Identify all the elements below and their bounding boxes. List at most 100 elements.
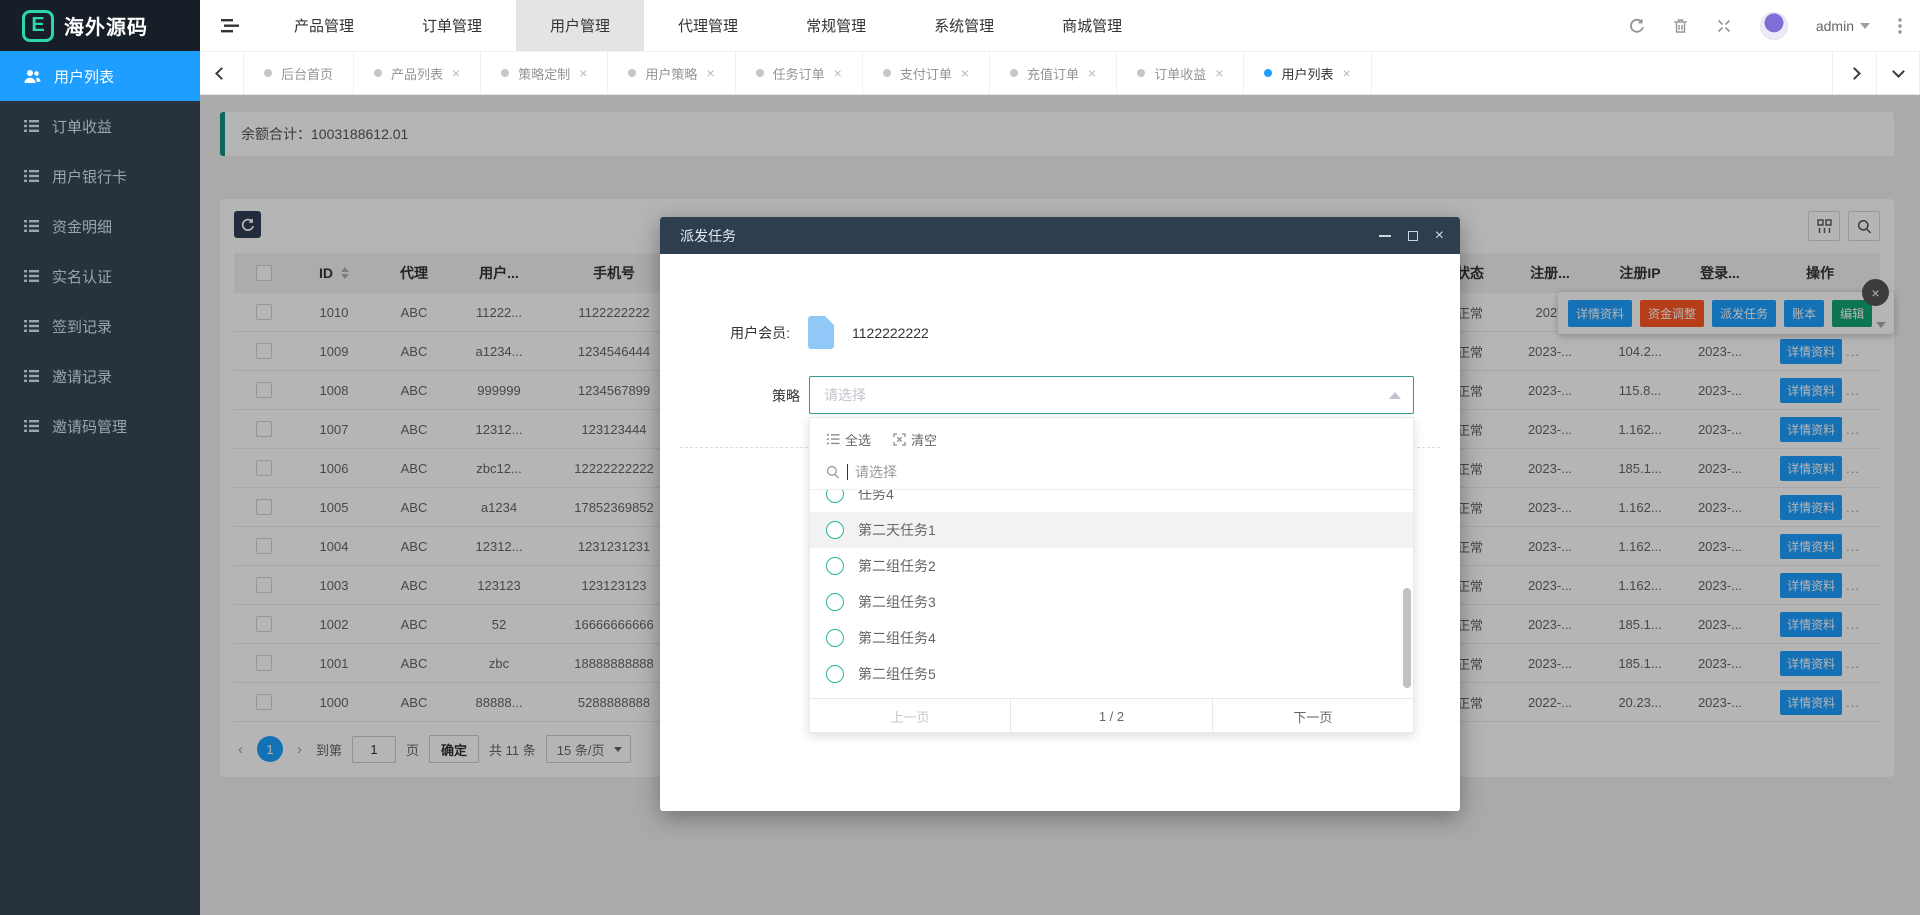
sidebar-item-fund-details[interactable]: 资金明细 (0, 201, 200, 251)
tab-label: 任务订单 (773, 64, 825, 83)
sidebar: E 海外源码 用户列表 订单收益 用户银行卡 资金明细 实名认证 (0, 0, 200, 915)
clear-action[interactable]: 清空 (893, 430, 937, 449)
minimize-icon[interactable] (1379, 235, 1391, 237)
dropdown-search[interactable] (810, 454, 1413, 490)
tab-home[interactable]: 后台首页 (244, 52, 354, 94)
nav-product-management[interactable]: 产品管理 (260, 0, 388, 51)
topbar: 产品管理 订单管理 用户管理 代理管理 常规管理 系统管理 商城管理 admin (200, 0, 1920, 51)
sidebar-item-label: 用户银行卡 (52, 166, 127, 187)
close-icon[interactable]: × (1342, 66, 1350, 80)
close-icon[interactable]: × (452, 66, 460, 80)
strategy-option[interactable]: 第二天任务1 (810, 512, 1413, 548)
dropdown-page-indicator: 1 / 2 (1010, 699, 1211, 733)
strategy-option[interactable]: 第二组任务3 (810, 584, 1413, 620)
hamburger-icon[interactable] (200, 0, 260, 51)
radio-icon (826, 629, 844, 647)
close-icon[interactable]: × (579, 66, 587, 80)
option-label: 第二组任务2 (858, 556, 936, 576)
brand-logo-icon: E (22, 10, 54, 42)
tab-user-list[interactable]: 用户列表 × (1244, 52, 1371, 94)
strategy-option[interactable]: 第二组任务5 (810, 656, 1413, 692)
modal-titlebar[interactable]: 派发任务 × (660, 217, 1460, 254)
dropdown-prev-button[interactable]: 上一页 (810, 699, 1010, 733)
modal-body: 用户会员: 1122222222 策略 请选择 全选 (660, 254, 1460, 811)
close-icon[interactable]: × (1088, 66, 1096, 80)
refresh-icon[interactable] (1629, 18, 1645, 34)
option-label: 任务4 (858, 490, 894, 504)
users-icon (24, 69, 41, 84)
list-icon (24, 369, 39, 383)
tabs-scroll-right-button[interactable] (1832, 52, 1876, 94)
strategy-row: 策略 请选择 (660, 376, 1460, 414)
sidebar-item-label: 资金明细 (52, 216, 112, 237)
tab-dot (1137, 69, 1145, 77)
topbar-actions: admin (1629, 0, 1920, 51)
tabs-menu-button[interactable] (1876, 52, 1920, 94)
modal-title: 派发任务 (680, 226, 736, 246)
strategy-option[interactable]: 任务4 (810, 490, 1413, 512)
strategy-option[interactable]: 第二组任务2 (810, 548, 1413, 584)
kebab-menu-icon[interactable] (1898, 18, 1902, 34)
select-placeholder: 请选择 (824, 385, 866, 405)
sidebar-item-label: 邀请码管理 (52, 416, 127, 437)
trash-icon[interactable] (1673, 18, 1688, 34)
sidebar-menu: 用户列表 订单收益 用户银行卡 资金明细 实名认证 签到记录 (0, 51, 200, 451)
fullscreen-icon[interactable] (1716, 18, 1732, 34)
list-icon (24, 319, 39, 333)
tab-label: 用户列表 (1281, 64, 1333, 83)
dropdown-next-button[interactable]: 下一页 (1212, 699, 1413, 733)
dropdown-search-input[interactable] (855, 464, 1397, 480)
close-icon[interactable]: × (834, 66, 842, 80)
close-icon[interactable]: × (961, 66, 969, 80)
tab-recharge-orders[interactable]: 充值订单× (990, 52, 1117, 94)
tab-strategy-custom[interactable]: 策略定制 × (481, 52, 608, 94)
tab-label: 策略定制 (518, 64, 570, 83)
radio-icon (826, 665, 844, 683)
tab-product-list[interactable]: 产品列表× (354, 52, 481, 94)
user-menu[interactable]: admin (1816, 18, 1870, 34)
tab-pay-orders[interactable]: 支付订单× (863, 52, 990, 94)
close-icon[interactable]: × (1435, 228, 1444, 244)
sidebar-item-user-bank-cards[interactable]: 用户银行卡 (0, 151, 200, 201)
nav-agent-management[interactable]: 代理管理 (644, 0, 772, 51)
nav-system-management[interactable]: 系统管理 (900, 0, 1028, 51)
tab-dot (628, 69, 636, 77)
select-all-action[interactable]: 全选 (826, 430, 871, 449)
close-icon[interactable]: × (706, 66, 714, 80)
sidebar-item-signin-records[interactable]: 签到记录 (0, 301, 200, 351)
dispatch-task-modal: 派发任务 × 用户会员: 1122222222 策略 请选择 (660, 217, 1460, 811)
tab-user-strategy[interactable]: 用户策略 × (608, 52, 735, 94)
strategy-select[interactable]: 请选择 (809, 376, 1414, 414)
radio-icon (826, 593, 844, 611)
sidebar-item-order-earnings[interactable]: 订单收益 (0, 101, 200, 151)
dropdown-actions: 全选 清空 (810, 418, 1413, 454)
nav-order-management[interactable]: 订单管理 (388, 0, 516, 51)
nav-user-management[interactable]: 用户管理 (516, 0, 644, 51)
radio-icon (826, 521, 844, 539)
sidebar-item-user-list[interactable]: 用户列表 (0, 51, 200, 101)
tab-order-earnings[interactable]: 订单收益× (1117, 52, 1244, 94)
sidebar-item-invite-records[interactable]: 邀请记录 (0, 351, 200, 401)
strategy-option[interactable]: 第二组任务4 (810, 620, 1413, 656)
sidebar-item-realname-auth[interactable]: 实名认证 (0, 251, 200, 301)
chevron-down-icon (1860, 23, 1870, 29)
tab-dot (374, 69, 382, 77)
select-all-icon (826, 433, 840, 446)
nav-mall-management[interactable]: 商城管理 (1028, 0, 1156, 51)
modal-window-controls: × (1379, 228, 1444, 244)
list-icon (24, 419, 39, 433)
tab-dot (501, 69, 509, 77)
dropdown-scrollbar[interactable] (1403, 588, 1411, 688)
nav-general-management[interactable]: 常规管理 (772, 0, 900, 51)
tabs-scroll-left-button[interactable] (200, 52, 244, 94)
tab-label: 用户策略 (645, 64, 697, 83)
maximize-icon[interactable] (1408, 231, 1418, 241)
sidebar-item-invite-code-management[interactable]: 邀请码管理 (0, 401, 200, 451)
tab-label: 后台首页 (281, 64, 333, 83)
clear-selection-icon (893, 433, 906, 446)
close-icon[interactable]: × (1215, 66, 1223, 80)
user-avatar[interactable] (1760, 12, 1788, 40)
tab-dot (756, 69, 764, 77)
select-all-label: 全选 (845, 430, 871, 449)
tab-task-orders[interactable]: 任务订单 × (736, 52, 863, 94)
